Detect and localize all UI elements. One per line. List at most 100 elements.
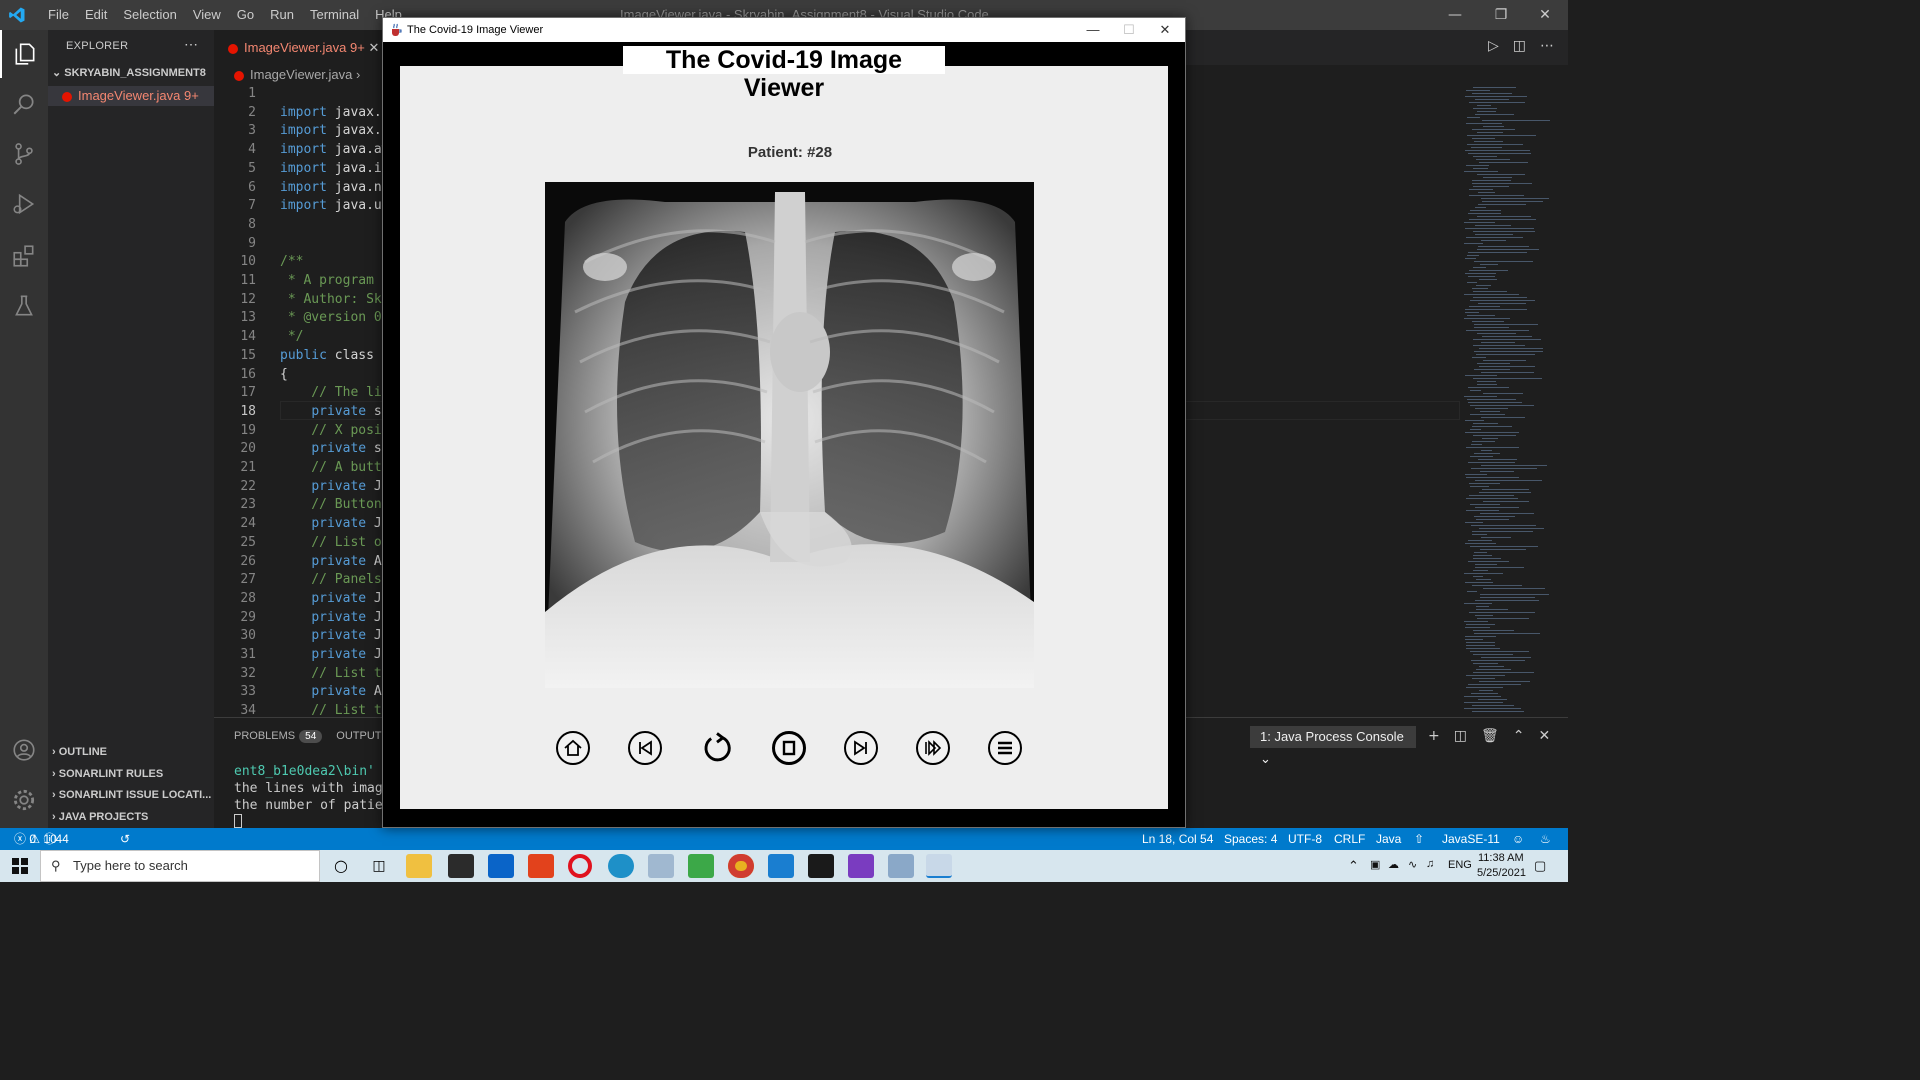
clock-time[interactable]: 11:38 AM — [1478, 852, 1524, 864]
split-terminal-icon[interactable]: ◫ — [1454, 728, 1467, 744]
home-button[interactable] — [556, 731, 590, 765]
minimap-line — [1471, 444, 1482, 445]
notifications-icon[interactable]: ▢ — [1534, 858, 1546, 874]
volume-icon[interactable]: ♫ — [1426, 858, 1434, 870]
opera-icon[interactable] — [568, 854, 592, 878]
minimize-icon[interactable]: — — [1432, 0, 1478, 30]
tray-app-icon[interactable]: ▣ — [1370, 858, 1380, 871]
maximize-panel-icon[interactable]: ⌃ — [1513, 728, 1525, 744]
close-icon[interactable]: ✕ — [1522, 0, 1568, 30]
sheets-icon[interactable] — [688, 854, 714, 878]
source-control-icon[interactable] — [0, 130, 48, 178]
vscode-taskbar-icon[interactable] — [768, 854, 794, 878]
language-status[interactable]: Java — [1376, 828, 1401, 850]
minimap-line — [1473, 576, 1483, 577]
testing-icon[interactable] — [0, 282, 48, 330]
viewer-close-icon[interactable]: ✕ — [1147, 18, 1183, 42]
visual-studio-icon[interactable] — [848, 854, 874, 878]
office-icon[interactable] — [528, 854, 554, 878]
language-indicator[interactable]: ENG — [1448, 859, 1472, 871]
store-icon[interactable] — [448, 854, 474, 878]
reload-button[interactable] — [700, 731, 734, 765]
more-actions-icon[interactable]: ⋯ — [1540, 38, 1554, 54]
paint-icon[interactable] — [648, 854, 674, 878]
eol-status[interactable]: CRLF — [1334, 828, 1365, 850]
minimap-line — [1478, 303, 1526, 304]
error-icon — [62, 91, 72, 102]
trash-icon[interactable]: 🗑 — [1481, 728, 1499, 744]
sidebar-section-java-projects[interactable]: › JAVA PROJECTS — [52, 811, 212, 823]
live-share-icon[interactable]: ↺ — [120, 828, 130, 850]
clock-date[interactable]: 5/25/2021 — [1477, 867, 1526, 879]
tray-chevron-icon[interactable]: ⌃ — [1348, 858, 1359, 874]
code-line: import java.ut — [280, 198, 390, 214]
sidebar-section-sonarlint-rules[interactable]: › SONARLINT RULES — [52, 768, 212, 780]
minimap-line — [1478, 192, 1495, 193]
gear-icon[interactable] — [0, 776, 48, 824]
menu-go[interactable]: Go — [229, 0, 262, 30]
menu-file[interactable]: File — [40, 0, 77, 30]
task-view-icon[interactable]: ◫ — [366, 854, 392, 878]
indentation-status[interactable]: Spaces: 4 — [1224, 828, 1277, 850]
accounts-icon[interactable] — [0, 726, 48, 774]
line-number: 11 — [240, 273, 256, 288]
previous-button[interactable] — [628, 731, 662, 765]
close-panel-icon[interactable]: ✕ — [1538, 728, 1550, 744]
viewer-maximize-icon[interactable]: ☐ — [1111, 18, 1147, 42]
breadcrumb-file[interactable]: ImageViewer.java — [250, 67, 352, 82]
taskbar-search-input[interactable]: ⚲ Type here to search — [40, 850, 320, 882]
problems-status[interactable]: ⓧ 0 ⚠ 10 ⓘ 44 — [14, 828, 69, 850]
split-editor-icon[interactable]: ◫ — [1513, 38, 1526, 54]
windows-start-button[interactable] — [0, 850, 40, 882]
tab-close-icon[interactable]: ✕ — [368, 40, 379, 55]
line-number: 20 — [240, 441, 256, 457]
run-debug-icon[interactable] — [0, 180, 48, 228]
status-bar: ⓧ 0 ⚠ 10 ⓘ 44 ↺ Ln 18, Col 54 Spaces: 4 … — [0, 828, 1568, 850]
sidebar-section-sonarlint-issues[interactable]: › SONARLINT ISSUE LOCATI... — [52, 789, 212, 801]
chrome-icon[interactable] — [728, 854, 754, 878]
fast-forward-button[interactable] — [916, 731, 950, 765]
onedrive-icon[interactable]: ☁ — [1388, 858, 1399, 871]
stop-button[interactable] — [772, 731, 806, 765]
menu-edit[interactable]: Edit — [77, 0, 115, 30]
menu-selection[interactable]: Selection — [115, 0, 184, 30]
next-button[interactable] — [844, 731, 878, 765]
encoding-status[interactable]: UTF-8 — [1288, 828, 1322, 850]
sync-icon[interactable]: ⇧ — [1414, 828, 1424, 850]
wifi-icon[interactable]: ∿ — [1408, 858, 1417, 871]
explorer-icon[interactable] — [0, 30, 48, 78]
sidebar-section-outline[interactable]: › OUTLINE — [52, 746, 212, 758]
menu-run[interactable]: Run — [262, 0, 302, 30]
search-icon[interactable] — [0, 80, 48, 128]
tab-output[interactable]: OUTPUT — [336, 730, 381, 743]
menu-terminal[interactable]: Terminal — [302, 0, 367, 30]
minimap[interactable] — [1460, 85, 1560, 717]
cortana-icon[interactable]: ○ — [328, 854, 354, 878]
app-icon[interactable] — [888, 854, 914, 878]
menu-view[interactable]: View — [185, 0, 229, 30]
tab-imageviewer[interactable]: ImageViewer.java 9+ ✕ — [214, 30, 384, 65]
intellij-icon[interactable] — [808, 854, 834, 878]
minimap-line — [1476, 669, 1511, 670]
explorer-file-item[interactable]: ImageViewer.java 9+ — [48, 86, 214, 106]
feedback-icon[interactable]: ☺ — [1512, 828, 1524, 850]
console-select[interactable]: 1: Java Process Console ⌄ — [1250, 726, 1416, 766]
restore-icon[interactable]: ❐ — [1478, 0, 1524, 30]
java-app-icon[interactable] — [926, 854, 952, 878]
viewer-minimize-icon[interactable]: — — [1075, 18, 1111, 42]
file-explorer-icon[interactable] — [406, 854, 432, 878]
bell-icon[interactable]: ♨ — [1540, 828, 1551, 850]
run-icon[interactable]: ▷ — [1488, 38, 1499, 54]
new-terminal-icon[interactable]: + — [1428, 728, 1440, 744]
project-folder[interactable]: ⌄ SKRYABIN_ASSIGNMENT8 — [52, 66, 206, 79]
java-runtime-status[interactable]: JavaSE-11 — [1442, 828, 1500, 850]
minimap-line — [1474, 369, 1510, 370]
tab-problems[interactable]: PROBLEMS 54 — [234, 730, 323, 743]
extensions-icon[interactable] — [0, 232, 48, 280]
menu-button[interactable] — [988, 731, 1022, 765]
edge-icon[interactable] — [608, 854, 634, 878]
mail-icon[interactable] — [488, 854, 514, 878]
more-actions-icon[interactable]: ⋯ — [184, 36, 198, 53]
cursor-position[interactable]: Ln 18, Col 54 — [1142, 828, 1213, 850]
code-line: // Panels — [280, 572, 390, 588]
